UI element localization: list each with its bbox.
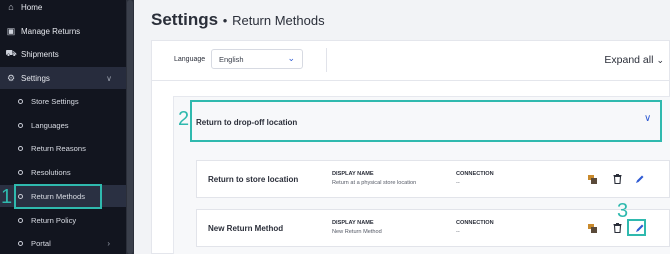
connection-label: CONNECTION <box>456 220 494 226</box>
sidebar-scrollbar[interactable] <box>126 0 134 254</box>
delete-button[interactable] <box>611 173 623 185</box>
gear-icon: ⚙ <box>6 72 16 83</box>
double-chevron-down-icon: ⌄ <box>656 55 664 65</box>
return-method-row: Return to store location DISPLAY NAME Re… <box>196 160 670 198</box>
group-title: Return to drop-off location <box>196 118 298 127</box>
language-select-value: English <box>219 54 244 64</box>
page-title-text: Settings <box>151 10 219 29</box>
display-name-value: Return at a physical store location <box>332 180 417 186</box>
sidebar-subitem-label: Return Reasons <box>31 143 86 153</box>
step-number-3: 3 <box>617 200 629 222</box>
title-separator: • <box>222 13 228 28</box>
chevron-down-icon: ∨ <box>106 73 112 83</box>
bullet-icon <box>18 240 23 246</box>
bullet-icon <box>18 98 23 104</box>
display-name-label: DISPLAY NAME <box>332 220 374 226</box>
duplicate-icon <box>588 174 598 184</box>
duplicate-icon <box>588 223 598 233</box>
duplicate-button[interactable] <box>587 173 599 185</box>
sidebar-item-shipments[interactable]: ⛟ Shipments <box>0 43 126 65</box>
sidebar-subitem-resolutions[interactable]: Resolutions <box>0 161 126 183</box>
trash-icon <box>613 223 621 233</box>
connection-value: -- <box>456 229 460 235</box>
sidebar-item-label: Home <box>21 2 43 12</box>
page-title: Settings • Return Methods <box>151 10 325 30</box>
sidebar-subitem-label: Resolutions <box>31 167 71 177</box>
sidebar-item-label: Manage Returns <box>21 26 81 36</box>
sidebar-subitem-label: Return Policy <box>31 215 77 225</box>
sidebar-subitem-languages[interactable]: Languages <box>0 114 126 136</box>
row-name: Return to store location <box>208 175 299 184</box>
bullet-icon <box>18 169 23 175</box>
bullet-icon <box>18 122 23 128</box>
toolbar-separator <box>151 80 670 81</box>
chevron-down-icon: ⌄ <box>287 53 295 63</box>
delete-button[interactable] <box>611 222 623 234</box>
sidebar-item-label: Shipments <box>21 49 59 59</box>
highlight-return-methods <box>14 184 102 209</box>
sidebar-subitem-return-reasons[interactable]: Return Reasons <box>0 137 126 159</box>
page-subtitle: Return Methods <box>232 13 325 28</box>
edit-button[interactable] <box>634 173 646 185</box>
sidebar-item-label: Settings <box>21 73 50 83</box>
sidebar-subitem-label: Languages <box>31 120 69 130</box>
expand-all-label: Expand all <box>604 54 654 66</box>
shipments-icon: ⛟ <box>5 48 17 58</box>
sidebar-subitem-store-settings[interactable]: Store Settings <box>0 90 126 112</box>
bullet-icon <box>18 145 23 151</box>
sidebar-item-home[interactable]: ⌂ Home <box>0 0 126 18</box>
row-name: New Return Method <box>208 224 284 233</box>
scrollbar-thumb[interactable] <box>127 0 133 254</box>
sidebar-subitem-return-policy[interactable]: Return Policy <box>0 209 126 231</box>
returns-icon: ▣ <box>6 25 16 36</box>
pencil-icon <box>636 175 644 183</box>
language-label: Language <box>174 56 206 63</box>
display-name-label: DISPLAY NAME <box>332 171 374 177</box>
step-number-1: 1 <box>1 186 13 208</box>
connection-value: -- <box>456 180 460 186</box>
sidebar: ⌂ Home ▣ Manage Returns ⛟ Shipments ⚙ Se… <box>0 0 126 254</box>
connection-label: CONNECTION <box>456 171 494 177</box>
chevron-down-icon[interactable]: ∨ <box>644 113 651 124</box>
sidebar-item-settings[interactable]: ⚙ Settings ∨ <box>0 67 126 89</box>
sidebar-subitem-portal[interactable]: Portal › <box>0 232 126 254</box>
display-name-value: New Return Method <box>332 229 382 235</box>
highlight-edit-button <box>627 219 646 236</box>
return-method-row: New Return Method DISPLAY NAME New Retur… <box>196 209 670 247</box>
chevron-right-icon: › <box>107 238 110 248</box>
trash-icon <box>613 174 621 184</box>
sidebar-item-manage-returns[interactable]: ▣ Manage Returns <box>0 20 126 42</box>
language-select[interactable]: English ⌄ <box>211 49 303 69</box>
sidebar-subitem-label: Portal <box>31 238 51 248</box>
step-number-2: 2 <box>178 108 190 130</box>
toolbar-divider <box>326 48 327 72</box>
bullet-icon <box>18 217 23 223</box>
expand-all-button[interactable]: Expand all ⌄ <box>604 54 664 66</box>
duplicate-button[interactable] <box>587 222 599 234</box>
sidebar-subitem-label: Store Settings <box>31 96 79 106</box>
home-icon: ⌂ <box>8 2 14 12</box>
